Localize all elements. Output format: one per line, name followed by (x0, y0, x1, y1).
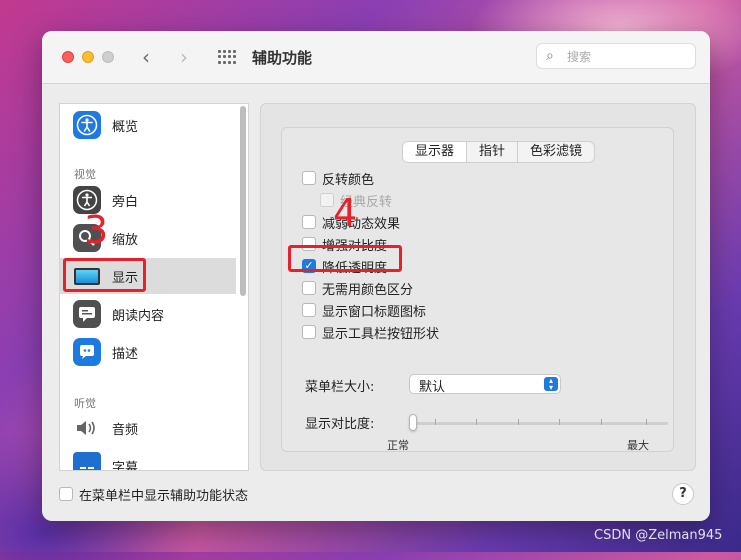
slider-tick (601, 419, 602, 425)
spoken-content-icon (73, 300, 101, 328)
contrast-slider-thumb[interactable] (409, 414, 417, 431)
sidebar-item-label: 描述 (112, 347, 139, 362)
main-panel: 显示器 指针 色彩滤镜 反转颜色 经典反转 减弱动态效果 增强对比度 ✓ 降低透明度 无需用… (260, 103, 696, 471)
search-field[interactable]: ⌕ (536, 43, 696, 69)
sidebar-item-label: 音频 (112, 423, 139, 438)
slider-tick (476, 419, 477, 425)
checkbox (320, 193, 334, 207)
slider-tick (559, 419, 560, 425)
checkbox[interactable] (302, 303, 316, 317)
option-label: 显示窗口标题图标 (322, 305, 427, 320)
slider-tick (435, 419, 436, 425)
minimize-button[interactable] (82, 51, 94, 63)
contrast-slider-track[interactable] (413, 422, 668, 425)
menubar-size-value: 默认 (419, 380, 446, 395)
help-button[interactable]: ? (672, 483, 694, 505)
search-input[interactable] (565, 47, 689, 67)
annotation-number-3: 3 (84, 208, 109, 252)
checkbox[interactable] (302, 171, 316, 185)
sidebar-item-label: 旁白 (112, 195, 139, 210)
option-label: 显示工具栏按钮形状 (322, 327, 440, 342)
contrast-label: 显示对比度: (305, 417, 375, 432)
section-heading-vision: 视觉 (74, 168, 96, 181)
tab-display[interactable]: 显示器 (403, 142, 468, 162)
sidebar-item-label: 概览 (112, 120, 139, 135)
descriptions-icon (73, 338, 101, 366)
captions-icon (73, 452, 101, 470)
tab-bar: 显示器 指针 色彩滤镜 (402, 141, 596, 163)
sidebar-scrollbar[interactable] (240, 106, 246, 296)
sidebar-item-descriptions[interactable]: 描述 (60, 334, 236, 370)
titlebar: ‹ › 辅助功能 ⌕ (42, 31, 710, 84)
sidebar-item-audio[interactable]: 音频 (60, 410, 236, 446)
sidebar-item-spoken-content[interactable]: 朗读内容 (60, 296, 236, 332)
sidebar-item-label: 缩放 (112, 233, 139, 248)
slider-tick (646, 419, 647, 425)
search-icon: ⌕ (546, 48, 554, 64)
speaker-icon (73, 414, 101, 442)
chevron-updown-icon: ▴ ▾ (544, 377, 558, 392)
menubar-size-select[interactable]: 默认 ▴ ▾ (409, 374, 561, 395)
sidebar-item-overview[interactable]: 概览 (60, 107, 236, 143)
tab-pointer[interactable]: 指针 (467, 142, 519, 162)
sidebar-item-captions[interactable]: 字幕 (60, 448, 236, 471)
forward-chevron-icon[interactable]: › (180, 45, 188, 69)
back-chevron-icon[interactable]: ‹ (142, 45, 150, 69)
section-heading-hearing: 听觉 (74, 397, 96, 410)
show-accessibility-status-checkbox[interactable] (59, 487, 73, 501)
checkbox[interactable] (302, 215, 316, 229)
checkbox[interactable] (302, 325, 316, 339)
tab-color-filters[interactable]: 色彩滤镜 (518, 142, 594, 162)
settings-group: 显示器 指针 色彩滤镜 反转颜色 经典反转 减弱动态效果 增强对比度 ✓ 降低透明度 无需用… (281, 127, 674, 452)
menubar-size-label: 菜单栏大小: (305, 380, 375, 395)
option-label: 反转颜色 (322, 173, 375, 188)
show-all-grid-icon[interactable] (218, 50, 236, 64)
contrast-min-label: 正常 (387, 439, 409, 452)
close-button[interactable] (62, 51, 74, 63)
sidebar-item-label: 字幕 (112, 461, 139, 471)
zoom-button[interactable] (102, 51, 114, 63)
sidebar-item-label: 朗读内容 (112, 309, 165, 324)
annotation-box-display (63, 258, 146, 292)
accessibility-icon (73, 111, 101, 139)
watermark: CSDN @Zelman945 (594, 528, 723, 543)
window-title: 辅助功能 (252, 49, 313, 67)
annotation-number-4: 4 (333, 191, 358, 235)
checkbox[interactable] (302, 281, 316, 295)
show-accessibility-status-label: 在菜单栏中显示辅助功能状态 (79, 489, 249, 504)
slider-tick (518, 419, 519, 425)
option-label: 无需用颜色区分 (322, 283, 414, 298)
annotation-box-reduce-transparency (288, 245, 402, 272)
contrast-max-label: 最大 (627, 439, 649, 452)
